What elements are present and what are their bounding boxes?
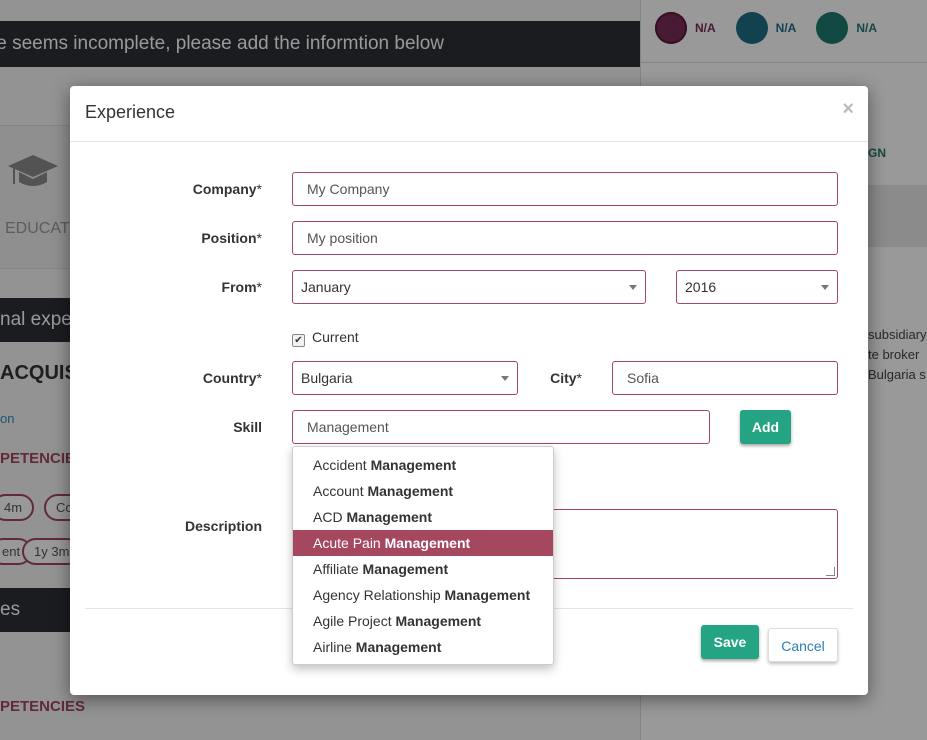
from-year-select[interactable]: 2016 bbox=[676, 270, 838, 304]
skill-input[interactable] bbox=[292, 410, 710, 444]
country-label: Country* bbox=[202, 370, 262, 386]
list-item[interactable]: Affiliate Management bbox=[293, 556, 553, 582]
city-label: City* bbox=[550, 370, 582, 386]
list-item[interactable]: Airline Management bbox=[293, 634, 553, 660]
company-input[interactable] bbox=[292, 172, 838, 206]
divider bbox=[70, 141, 868, 142]
list-item[interactable]: Account Management bbox=[293, 478, 553, 504]
skill-label: Skill bbox=[233, 419, 262, 435]
country-select[interactable]: Bulgaria bbox=[292, 361, 518, 395]
list-item-active[interactable]: Acute Pain Management bbox=[293, 530, 553, 556]
add-skill-button[interactable]: Add bbox=[740, 410, 791, 444]
chevron-down-icon bbox=[821, 285, 829, 290]
experience-modal: Experience × Company* Position* From* Ja… bbox=[70, 86, 868, 695]
current-label: Current bbox=[312, 329, 359, 345]
close-icon[interactable]: × bbox=[842, 98, 854, 121]
cancel-button[interactable]: Cancel bbox=[768, 628, 838, 662]
list-item[interactable]: ACD Management bbox=[293, 504, 553, 530]
from-label: From* bbox=[221, 279, 262, 295]
current-checkbox[interactable]: ✔ bbox=[292, 334, 305, 347]
company-label: Company* bbox=[192, 181, 262, 197]
city-input[interactable] bbox=[612, 361, 838, 395]
position-input[interactable] bbox=[292, 221, 838, 255]
resize-handle-icon[interactable] bbox=[826, 567, 835, 576]
chevron-down-icon bbox=[629, 285, 637, 290]
list-item[interactable]: Agile Project Management bbox=[293, 608, 553, 634]
skill-autocomplete-list: Accident Management Account Management A… bbox=[292, 446, 554, 665]
chevron-down-icon bbox=[501, 376, 509, 381]
position-label: Position* bbox=[201, 230, 262, 246]
modal-title: Experience bbox=[85, 102, 176, 122]
from-month-select[interactable]: January bbox=[292, 270, 646, 304]
list-item[interactable]: Accident Management bbox=[293, 452, 553, 478]
description-label: Description bbox=[184, 518, 262, 534]
save-button[interactable]: Save bbox=[701, 625, 759, 659]
list-item[interactable]: Agency Relationship Management bbox=[293, 582, 553, 608]
